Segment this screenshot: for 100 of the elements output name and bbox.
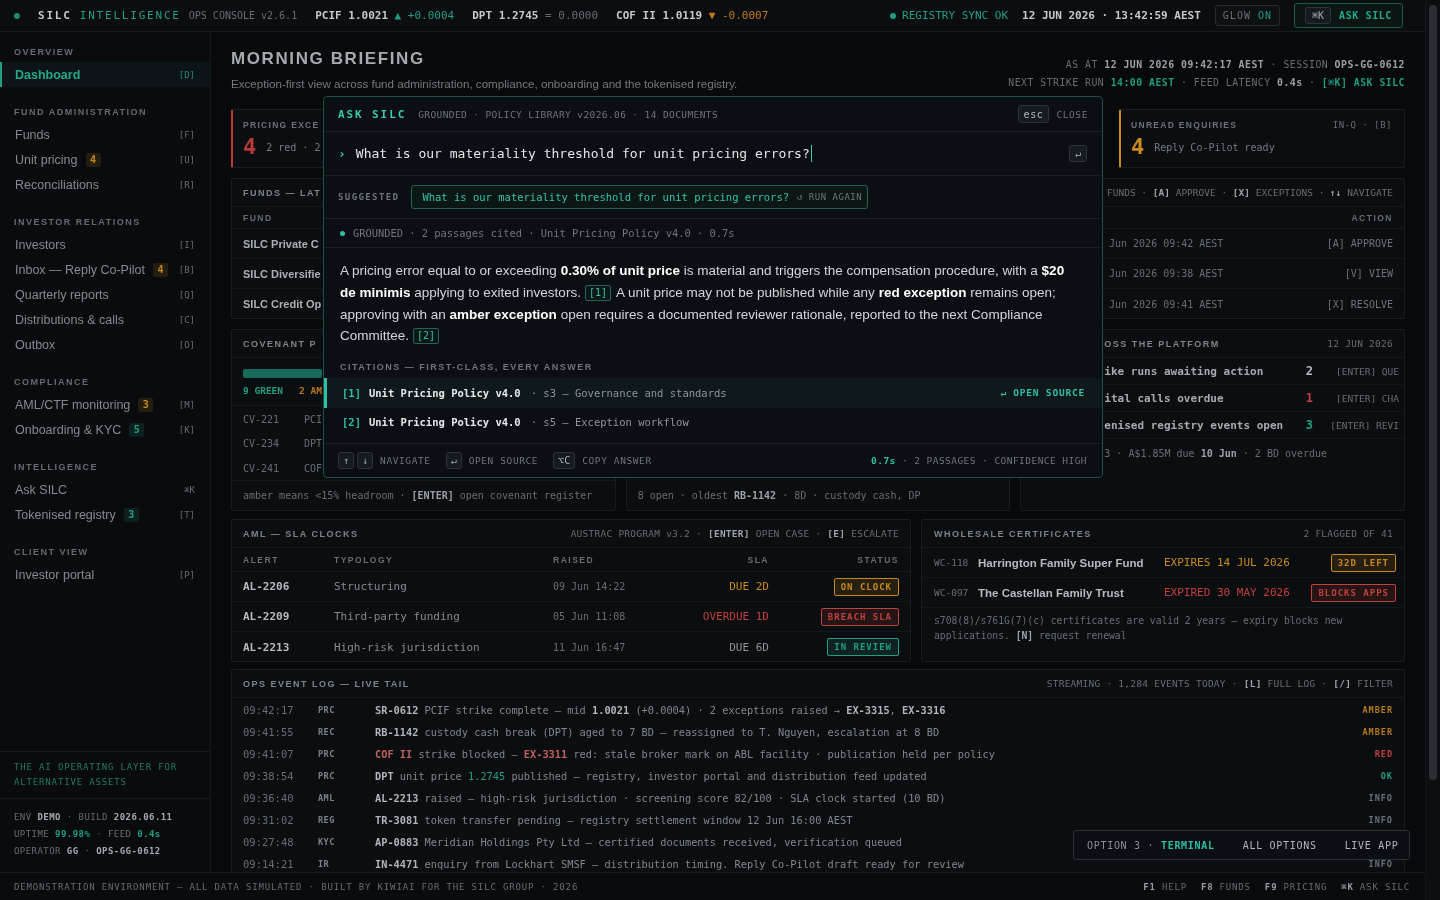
event-message: AP-0883 Meridian Holdings Pty Ltd — certified documents received, verification queued (375, 836, 902, 848)
shortcut-hint: [B] (178, 264, 195, 275)
nav-item[interactable]: Investor portal [P] (0, 562, 210, 587)
event-message: SR-0612 PCIF strike complete — mid 1.0021 (+0.0004) · 2 exceptions raised → EX-3315, EX-3316 (375, 704, 946, 716)
typology: Third-party funding (334, 610, 461, 623)
nav-item[interactable]: Investors [I] (0, 232, 210, 257)
nav-item[interactable]: Reconciliations [R] (0, 172, 210, 197)
prompt-symbol: › (338, 146, 346, 161)
environment-notice: DEMONSTRATION ENVIRONMENT — ALL DATA SIMULATED · BUILT BY KIWIAI FOR THE SILC GROUP · 2026 (14, 881, 579, 892)
open-source-link[interactable]: ↵ OPEN SOURCE (1000, 387, 1085, 399)
timestamp: Jun 2026 09:41 AEST (1109, 298, 1224, 310)
shortcut-key: ↵ (445, 452, 462, 469)
status-badge: IN REVIEW (827, 638, 899, 656)
event-message: TR-3081 token transfer pending — registry settlement window 12 Jun 16:00 AEST (375, 814, 853, 826)
shortcut-hint: [C] (178, 314, 195, 325)
run-again-link[interactable]: ↺ RUN AGAIN (797, 192, 863, 202)
citation-item[interactable]: [2] Unit Pricing Policy v4.0 · s5 — Exception workflow (324, 407, 1102, 438)
shortcut-key: ⌘K (1305, 7, 1332, 24)
column-header: STATUS (857, 554, 899, 565)
event-status: OK (1380, 771, 1393, 781)
event-status: INFO (1368, 859, 1393, 869)
covenant-id: CV-234 (243, 438, 281, 450)
sync-status: REGISTRY SYNC OK (902, 9, 1009, 22)
citation-link[interactable]: [2] (413, 328, 440, 345)
event-status: INFO (1368, 815, 1393, 825)
event-type: PRC (318, 771, 336, 781)
kpi-detail: 2 red · 2 (266, 141, 321, 153)
nav-item[interactable]: Funds [F] (0, 122, 210, 147)
count-badge: 4 (152, 262, 168, 277)
brand-name: SILC (38, 9, 72, 22)
fund-name: SILC Credit Op (243, 298, 322, 310)
queue-label: enised registry events open (1104, 418, 1284, 432)
shortcut-hint: [I] (178, 239, 195, 250)
panel-title: COVENANT P (243, 338, 317, 349)
scrollbar-thumb[interactable] (1429, 5, 1437, 780)
event-type: KYC (318, 837, 336, 847)
function-key-hint: F1 HELP (1143, 881, 1187, 892)
keyboard-hint: STREAMING · 1,284 EVENTS TODAY · [L] FULL LOG · [/] FILTER (1046, 678, 1393, 689)
action-link[interactable]: [V] VIEW (1344, 268, 1393, 279)
nav-item[interactable]: Quarterly reports [Q] (0, 282, 210, 307)
query-field[interactable]: What is our materiality threshold for unit pricing errors? (355, 145, 813, 162)
action-link[interactable]: [ENTER] QUE (1336, 365, 1399, 377)
glow-toggle[interactable]: GLOW ON (1214, 5, 1280, 26)
action-link[interactable]: [ENTER] CHA (1336, 392, 1399, 404)
nav-item[interactable]: Outbox [O] (0, 332, 210, 357)
nav-item[interactable]: Tokenised registry 3 [T] (0, 502, 210, 527)
typology: Structuring (334, 580, 408, 593)
event-message: COF II strike blocked — EX-3311 red: stale broker mark on ABL facility · publication held per policy (375, 748, 995, 760)
citation-item[interactable]: [1] Unit Pricing Policy v4.0 · s3 — Governance and standards ↵ OPEN SOURCE (324, 378, 1102, 408)
shortcut-key: ↑ (338, 452, 355, 469)
view-link[interactable]: ALL OPTIONS (1242, 839, 1317, 851)
action-link[interactable]: [A] APPROVE (1326, 238, 1393, 249)
panel-title: AML — SLA CLOCKS (243, 528, 359, 539)
price-change: ▼ -0.0007 (708, 9, 769, 22)
column-header: ACTION (1351, 212, 1393, 223)
legend-label: 9 GREEN (243, 384, 284, 398)
event-time: 09:42:17 (243, 704, 295, 716)
action-link[interactable]: [ENTER] REVI (1330, 419, 1399, 431)
citation-link[interactable]: [1] (584, 284, 611, 301)
count-badge: 3 (138, 397, 154, 412)
system-info: OPERATOR GG · OPS-GG-0612 (14, 845, 162, 858)
section-heading: OVERVIEW (13, 46, 76, 58)
function-key-hint: ⌘K ASK SILC (1341, 881, 1410, 892)
sla-due: DUE 2D (729, 580, 769, 593)
event-status: INFO (1368, 793, 1393, 803)
panel-footnote: 3 · A$1.85M due 10 Jun · 2 BD overdue (1104, 447, 1328, 461)
view-link[interactable]: LIVE APP (1344, 839, 1399, 851)
queue-count: 3 (1305, 418, 1313, 432)
submit-button[interactable]: ↵ (1069, 145, 1087, 162)
fund-code: COF (304, 462, 323, 474)
column-header: FUND (243, 212, 273, 223)
event-time: 09:38:54 (243, 770, 295, 782)
suggested-question[interactable]: What is our materiality threshold for unit pricing errors? ↺ RUN AGAIN (411, 185, 869, 209)
shortcut-hint: ⌘K (184, 484, 195, 495)
nav-item[interactable]: Distributions & calls [C] (0, 307, 210, 332)
nav-item[interactable]: Dashboard [D] (0, 62, 210, 87)
nav-item[interactable]: Ask SILC ⌘K (0, 477, 210, 502)
shortcut-hint: [Q] (178, 289, 195, 300)
suggested-label: SUGGESTED (338, 192, 400, 202)
shortcut-hint: [P] (178, 569, 195, 580)
event-type: AML (318, 793, 336, 803)
close-button[interactable]: esc CLOSE (1017, 105, 1088, 123)
panel-title: OSS THE PLATFORM (1104, 338, 1220, 349)
timestamp: 09 Jun 14:22 (553, 581, 627, 592)
action-link[interactable]: [X] RESOLVE (1326, 298, 1393, 310)
kpi-value: 4 (243, 134, 257, 160)
nav-item[interactable]: Onboarding & KYC 5 [K] (0, 417, 210, 442)
shortcut-key: ⌥C (553, 452, 576, 469)
event-type: PRC (318, 749, 336, 759)
nav-item[interactable]: AML/CTF monitoring 3 [M] (0, 392, 210, 417)
expiry-date: EXPIRED 30 MAY 2026 (1164, 586, 1291, 599)
event-message: IN-4471 enquiry from Lockhart SMSF — distribution timing. Reply Co-Pilot draft ready for review (375, 858, 964, 870)
ask-button[interactable]: ⌘K ASK SILC (1294, 3, 1403, 28)
nav-item[interactable]: Inbox — Reply Co-Pilot 4 [B] (0, 257, 210, 282)
nav-item[interactable]: Unit pricing 4 [U] (0, 147, 210, 172)
alert-id: AL-2206 (243, 580, 291, 593)
panel-title: WHOLESALE CERTIFICATES (934, 528, 1092, 539)
section-heading: INVESTOR RELATIONS (13, 216, 142, 228)
section-heading: COMPLIANCE (13, 376, 91, 388)
tagline: THE AI OPERATING LAYER FOR ALTERNATIVE ASSETS (14, 761, 178, 789)
